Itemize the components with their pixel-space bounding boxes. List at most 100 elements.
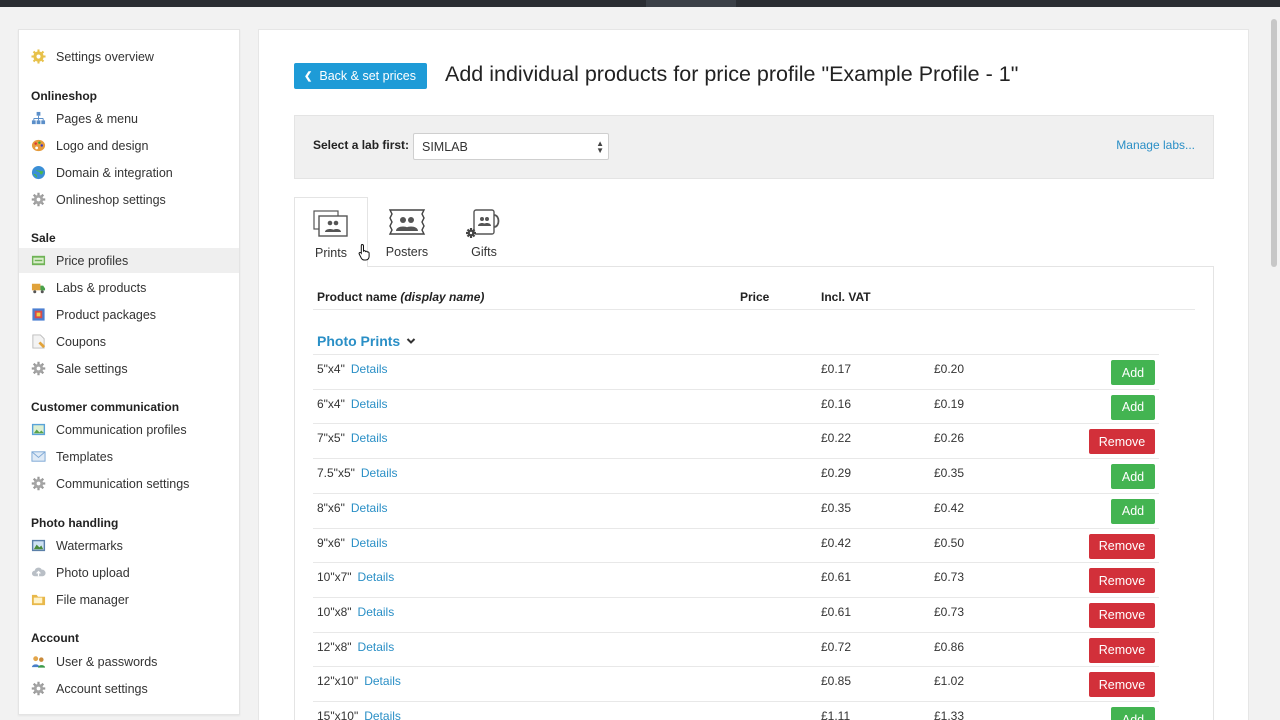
sidebar-item-logo-design[interactable]: Logo and design <box>19 133 239 158</box>
sidebar-item-account-settings[interactable]: Account settings <box>19 676 239 701</box>
product-name: 10"x8" Details <box>317 605 394 619</box>
product-name: 12"x8" Details <box>317 640 394 654</box>
lab-selection-box: Select a lab first: SIMLAB ▲ ▼ Manage lab… <box>294 115 1214 179</box>
sidebar-item-label: Logo and design <box>56 138 149 153</box>
product-name: 5"x4" Details <box>317 362 388 376</box>
sidebar-item-sale-settings[interactable]: Sale settings <box>19 356 239 381</box>
sidebar-item-price-profiles[interactable]: Price profiles <box>19 248 239 273</box>
details-link[interactable]: Details <box>364 709 401 720</box>
remove-button[interactable]: Remove <box>1089 602 1155 628</box>
details-link[interactable]: Details <box>351 536 388 550</box>
table-row: 12"x10" Details £0.85 £1.02 Remove <box>313 666 1159 701</box>
details-link[interactable]: Details <box>364 674 401 688</box>
sidebar-item-label: Price profiles <box>56 253 129 268</box>
table-row: 12"x8" Details £0.72 £0.86 Remove <box>313 631 1159 667</box>
sidebar-item-onlineshop-settings[interactable]: Onlineshop settings <box>19 187 239 212</box>
envelope-icon <box>31 449 46 464</box>
manage-labs-link[interactable]: Manage labs... <box>1116 138 1195 152</box>
product-price: £0.72 <box>821 639 852 654</box>
watermark-image-icon <box>31 538 46 553</box>
remove-button[interactable]: Remove <box>1089 429 1155 455</box>
product-price: £0.85 <box>821 674 852 689</box>
details-link[interactable]: Details <box>351 431 388 445</box>
add-button[interactable]: Add <box>1111 394 1155 420</box>
product-size: 10"x7" <box>317 570 352 585</box>
details-link[interactable]: Details <box>351 362 388 376</box>
details-link[interactable]: Details <box>358 640 395 654</box>
sidebar-item-product-packages[interactable]: Product packages <box>19 302 239 327</box>
sidebar-item-label: Communication settings <box>56 476 190 491</box>
details-link[interactable]: Details <box>351 501 388 515</box>
sidebar-section-onlineshop: Onlineshop <box>31 89 97 103</box>
product-price-incl-vat: £0.86 <box>934 639 965 654</box>
sidebar-item-user-passwords[interactable]: User & passwords <box>19 649 239 674</box>
page-title: Add individual products for price profil… <box>445 62 1019 86</box>
scrollbar-thumb[interactable] <box>1271 19 1277 267</box>
product-size: 5"x4" <box>317 362 345 376</box>
gear-icon <box>31 681 46 696</box>
back-set-prices-button[interactable]: ❮ Back & set prices <box>294 63 427 89</box>
page-scrollbar[interactable] <box>1268 7 1280 720</box>
lab-select-value: SIMLAB <box>422 139 468 154</box>
top-bar-highlight <box>646 0 736 7</box>
add-button[interactable]: Add <box>1111 360 1155 385</box>
sidebar-item-templates[interactable]: Templates <box>19 444 239 469</box>
truck-icon <box>31 280 46 295</box>
category-label: Photo Prints <box>317 333 401 349</box>
select-arrows-icon: ▲ ▼ <box>596 139 604 155</box>
sidebar-item-communication-profiles[interactable]: Communication profiles <box>19 417 239 442</box>
product-price: £0.61 <box>821 604 852 619</box>
tab-posters[interactable]: Posters <box>370 197 444 267</box>
table-row: 7.5"x5" Details £0.29 £0.35 Add <box>313 458 1159 493</box>
product-price: £0.22 <box>821 431 852 446</box>
tab-gifts[interactable]: Gifts <box>447 197 521 267</box>
sidebar-item-label: Templates <box>56 449 113 464</box>
remove-button[interactable]: Remove <box>1089 637 1155 663</box>
product-name: 15"x10" Details <box>317 709 401 720</box>
sidebar-item-pages-menu[interactable]: Pages & menu <box>19 106 239 131</box>
chevron-down-icon <box>407 338 416 344</box>
remove-button[interactable]: Remove <box>1089 672 1155 698</box>
main-panel: ❮ Back & set prices Add individual produ… <box>258 29 1249 720</box>
product-size: 7.5"x5" <box>317 466 355 481</box>
sidebar-item-domain-integration[interactable]: Domain & integration <box>19 160 239 185</box>
details-link[interactable]: Details <box>351 397 388 411</box>
sidebar-item-label: Onlineshop settings <box>56 192 166 207</box>
add-button[interactable]: Add <box>1111 707 1155 720</box>
col-header-hint: (display name) <box>400 290 485 304</box>
add-button[interactable]: Add <box>1111 464 1155 490</box>
sidebar-item-photo-upload[interactable]: Photo upload <box>19 560 239 585</box>
add-button[interactable]: Add <box>1111 498 1155 524</box>
sidebar-item-coupons[interactable]: Coupons <box>19 329 239 354</box>
tab-label: Gifts <box>471 245 497 259</box>
lab-select-label: Select a lab first: <box>313 138 410 152</box>
product-price-incl-vat: £1.33 <box>934 709 965 720</box>
users-icon <box>31 654 46 669</box>
product-price-incl-vat: £0.50 <box>934 535 965 550</box>
sidebar-item-label: Watermarks <box>56 538 123 553</box>
details-link[interactable]: Details <box>358 605 395 619</box>
sidebar-item-communication-settings[interactable]: Communication settings <box>19 471 239 496</box>
sitemap-icon <box>31 111 46 126</box>
sidebar-item-watermarks[interactable]: Watermarks <box>19 533 239 558</box>
product-price-incl-vat: £1.02 <box>934 674 965 689</box>
sidebar-item-label: Settings overview <box>56 49 154 64</box>
details-link[interactable]: Details <box>361 466 398 480</box>
sidebar-item-labs-products[interactable]: Labs & products <box>19 275 239 300</box>
table-row: 10"x7" Details £0.61 £0.73 Remove <box>313 562 1159 597</box>
details-link[interactable]: Details <box>358 570 395 584</box>
sidebar-section-photo-handling: Photo handling <box>31 516 119 530</box>
remove-button[interactable]: Remove <box>1089 568 1155 594</box>
lab-select[interactable]: SIMLAB ▲ ▼ <box>413 133 609 160</box>
product-name: 7"x5" Details <box>317 431 388 445</box>
col-header-label: Product name <box>317 290 398 304</box>
sidebar-item-file-manager[interactable]: File manager <box>19 587 239 612</box>
product-name: 8"x6" Details <box>317 501 388 515</box>
product-price: £1.11 <box>821 709 851 720</box>
category-photo-prints[interactable]: Photo Prints <box>317 333 416 349</box>
remove-button[interactable]: Remove <box>1089 533 1155 559</box>
tab-prints[interactable]: Prints <box>294 197 368 267</box>
folder-icon <box>31 592 46 607</box>
sidebar-item-settings-overview[interactable]: Settings overview <box>19 44 239 69</box>
gear-icon <box>31 476 46 491</box>
